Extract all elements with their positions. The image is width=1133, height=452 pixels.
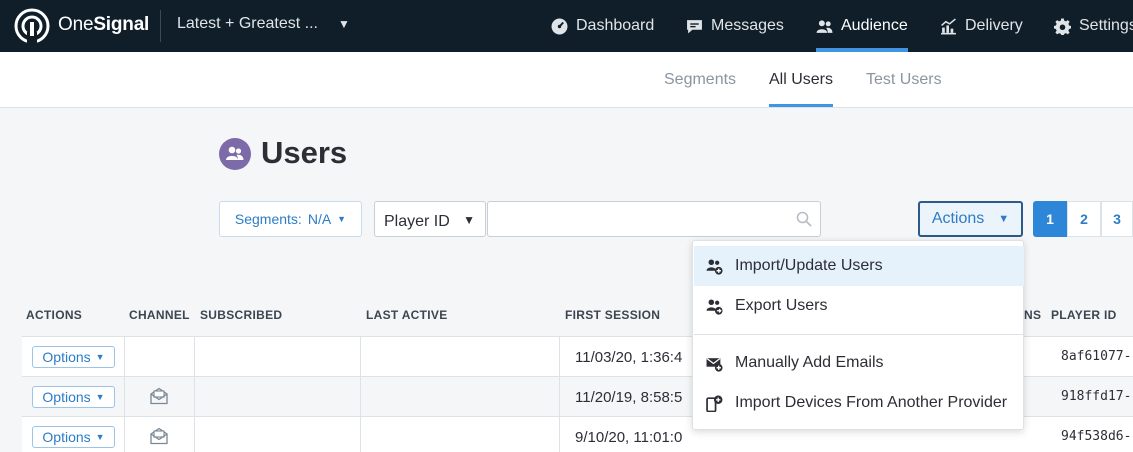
column-header-sessions[interactable]: NS xyxy=(1024,308,1041,322)
app-selector[interactable]: Latest + Greatest ... xyxy=(177,15,318,33)
id-type-caret-icon: ▼ xyxy=(463,213,475,227)
options-label: Options xyxy=(42,389,91,405)
tab-test-users[interactable]: Test Users xyxy=(866,71,942,89)
cell-divider xyxy=(360,377,361,417)
dashboard-icon xyxy=(551,18,568,34)
nav-audience[interactable]: Audience xyxy=(816,0,908,52)
nav-settings[interactable]: Settings xyxy=(1054,0,1133,52)
users-icon xyxy=(219,138,251,170)
player-id-cell[interactable]: 8af61077- xyxy=(1061,349,1131,364)
gear-icon xyxy=(1054,18,1071,35)
users-import-icon xyxy=(706,258,723,275)
top-navbar: OneSignal Latest + Greatest ... ▼ Dashbo… xyxy=(0,0,1133,52)
page-title: Users xyxy=(261,135,348,170)
options-caret-icon: ▼ xyxy=(95,392,105,402)
menu-item-manually-add-emails[interactable]: Manually Add Emails xyxy=(694,343,1024,383)
nav-messages[interactable]: Messages xyxy=(686,0,784,52)
cell-divider xyxy=(559,377,560,417)
device-import-icon xyxy=(706,395,723,412)
cell-divider xyxy=(194,417,195,452)
cell-divider xyxy=(124,417,125,452)
page-button-1[interactable]: 1 xyxy=(1033,201,1067,237)
segments-caret-icon: ▼ xyxy=(337,214,347,224)
nav-settings-label: Settings xyxy=(1079,17,1133,34)
options-button[interactable]: Options ▼ xyxy=(32,386,115,408)
page-button-3[interactable]: 3 xyxy=(1101,201,1133,237)
search-box[interactable] xyxy=(487,201,821,237)
column-header-actions: ACTIONS xyxy=(26,308,83,322)
delivery-icon xyxy=(941,17,956,34)
nav-messages-label: Messages xyxy=(711,17,784,34)
actions-button[interactable]: Actions ▼ xyxy=(918,201,1023,237)
segments-filter-button[interactable]: Segments: N/A ▼ xyxy=(219,201,362,237)
email-channel-icon xyxy=(150,427,168,445)
menu-item-label: Export Users xyxy=(735,297,828,314)
menu-divider xyxy=(694,334,1024,335)
nav-dashboard-label: Dashboard xyxy=(576,17,655,34)
menu-item-label: Import Devices From Another Provider xyxy=(735,394,1008,411)
onesignal-logo-icon[interactable] xyxy=(14,8,50,44)
menu-item-label: Manually Add Emails xyxy=(735,354,884,371)
nav-delivery-label: Delivery xyxy=(965,17,1023,34)
menu-item-export-users[interactable]: Export Users xyxy=(694,286,1024,326)
cell-divider xyxy=(194,337,195,377)
brand-name: OneSignal xyxy=(58,14,150,35)
app-selector-caret-icon[interactable]: ▼ xyxy=(338,17,350,31)
cell-divider xyxy=(360,417,361,452)
message-icon xyxy=(687,19,702,33)
column-header-first-session[interactable]: FIRST SESSION xyxy=(565,308,660,322)
email-channel-icon xyxy=(150,387,168,405)
search-icon[interactable] xyxy=(796,211,812,227)
nav-audience-label: Audience xyxy=(841,17,908,34)
actions-label: Actions xyxy=(931,210,985,227)
actions-dropdown-menu: Import/Update Users Export Users Manuall… xyxy=(692,240,1024,430)
users-export-icon xyxy=(706,298,723,315)
id-type-select[interactable]: Player ID ▼ xyxy=(374,201,486,237)
cell-divider xyxy=(194,377,195,417)
first-session-cell: 11/03/20, 1:36:4 xyxy=(575,349,683,366)
cell-divider xyxy=(360,337,361,377)
column-header-subscribed[interactable]: SUBSCRIBED xyxy=(200,308,282,322)
menu-item-import-devices[interactable]: Import Devices From Another Provider xyxy=(694,383,1024,423)
cell-divider xyxy=(124,337,125,377)
audience-icon xyxy=(816,19,833,33)
column-header-last-active[interactable]: LAST ACTIVE xyxy=(366,308,448,322)
cell-divider xyxy=(559,417,560,452)
player-id-cell[interactable]: 94f538d6- xyxy=(1061,429,1131,444)
options-caret-icon: ▼ xyxy=(95,432,105,442)
tab-segments[interactable]: Segments xyxy=(664,71,736,89)
nav-delivery[interactable]: Delivery xyxy=(940,0,1023,52)
segments-value: N/A xyxy=(307,211,332,227)
first-session-cell: 9/10/20, 11:01:0 xyxy=(575,429,683,446)
nav-dashboard[interactable]: Dashboard xyxy=(551,0,654,52)
player-id-cell[interactable]: 918ffd17- xyxy=(1061,389,1131,404)
menu-item-label: Import/Update Users xyxy=(735,257,883,274)
audience-subnav: Segments All Users Test Users xyxy=(0,52,1133,108)
actions-caret-icon: ▼ xyxy=(998,213,1010,225)
options-label: Options xyxy=(42,429,91,445)
options-caret-icon: ▼ xyxy=(95,352,105,362)
cell-divider xyxy=(559,337,560,377)
search-input[interactable] xyxy=(488,202,778,236)
options-label: Options xyxy=(42,349,91,365)
nav-divider xyxy=(160,10,161,42)
menu-item-import-update-users[interactable]: Import/Update Users xyxy=(694,246,1024,286)
id-type-value: Player ID xyxy=(384,213,450,230)
options-button[interactable]: Options ▼ xyxy=(32,426,115,448)
first-session-cell: 11/20/19, 8:58:5 xyxy=(575,389,683,406)
email-add-icon xyxy=(706,357,723,372)
tab-all-users[interactable]: All Users xyxy=(769,71,834,107)
options-button[interactable]: Options ▼ xyxy=(32,346,115,368)
page-button-2[interactable]: 2 xyxy=(1067,201,1101,237)
cell-divider xyxy=(124,377,125,417)
column-header-player-id[interactable]: PLAYER ID xyxy=(1051,308,1117,322)
segments-label: Segments: xyxy=(234,211,302,227)
column-header-channel: CHANNEL xyxy=(129,308,190,322)
